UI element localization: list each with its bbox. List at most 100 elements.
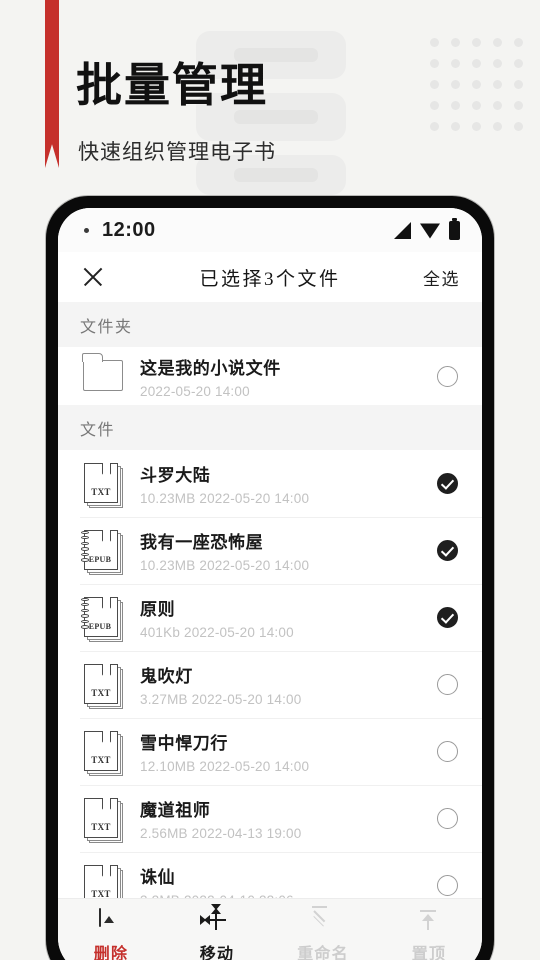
status-icons [394, 217, 460, 240]
list-item[interactable]: 这是我的小说文件 2022-05-20 14:00 [58, 347, 482, 405]
list-item-name: 这是我的小说文件 [140, 358, 281, 378]
pin-top-icon [417, 909, 441, 933]
list-item-checkbox[interactable] [437, 674, 458, 695]
decor-dot [514, 122, 523, 131]
list-item-info: 2022-05-20 14:00 [140, 383, 250, 399]
phone-screen: 12:00 已选择3个文件 全选 文件夹 这是我的小说文件 2022-05-20… [58, 208, 482, 960]
close-icon[interactable] [80, 264, 106, 290]
list-item-checkbox[interactable] [437, 808, 458, 829]
decor-dot [451, 38, 460, 47]
file-type-label: TXT [91, 821, 111, 832]
list-item-info: 10.23MB 2022-05-20 14:00 [140, 491, 310, 506]
list-item[interactable]: EPUB 原则 401Kb 2022-05-20 14:00 [58, 584, 482, 651]
decor-dot [430, 59, 439, 68]
list-item-checkbox[interactable] [437, 875, 458, 896]
signal-icon [394, 221, 411, 239]
page-root: 批量管理 快速组织管理电子书 12:00 已选择3个文件 全选 文件夹 这是我的… [0, 0, 540, 960]
delete-button[interactable]: 删除 [58, 908, 164, 960]
phone-mockup: 12:00 已选择3个文件 全选 文件夹 这是我的小说文件 2022-05-20… [46, 196, 494, 960]
list-item[interactable]: TXT 斗罗大陆 10.23MB 2022-05-20 14:00 [58, 450, 482, 517]
list-item[interactable]: TXT 雪中悍刀行 12.10MB 2022-05-20 14:00 [58, 718, 482, 785]
move-label: 移动 [199, 946, 235, 960]
battery-icon [449, 217, 460, 240]
section-header-folders: 文件夹 [58, 302, 482, 347]
select-all-button[interactable]: 全选 [423, 265, 460, 290]
decor-dot [430, 38, 439, 47]
decor-dot-grid [430, 38, 523, 131]
list-item[interactable]: TXT 魔道祖师 2.56MB 2022-04-13 19:00 [58, 785, 482, 852]
decor-dot [493, 38, 502, 47]
decor-dot [451, 59, 460, 68]
rename-label: 重命名 [297, 946, 349, 960]
list-item-name: 诛仙 [140, 868, 176, 887]
decor-dot [430, 80, 439, 89]
decor-dot [451, 80, 460, 89]
decor-dot [514, 59, 523, 68]
list-item-checkbox[interactable] [437, 473, 458, 494]
move-icon [200, 904, 229, 933]
delete-label: 删除 [93, 946, 129, 960]
list-item-meta: 诛仙 3.2MB 2022-04-10 22:06 [140, 863, 429, 898]
list-item-info: 3.27MB 2022-05-20 14:00 [140, 692, 302, 707]
ribbon-accent [45, 0, 59, 168]
list-item-name: 斗罗大陆 [140, 466, 211, 485]
list-item-meta: 这是我的小说文件 2022-05-20 14:00 [140, 354, 429, 399]
decor-dot [451, 122, 460, 131]
list-item-checkbox[interactable] [437, 540, 458, 561]
decor-dot [472, 80, 481, 89]
page-subtitle: 快速组织管理电子书 [78, 141, 276, 164]
wifi-icon [420, 223, 440, 239]
list-item-meta: 魔道祖师 2.56MB 2022-04-13 19:00 [140, 796, 429, 841]
pin-top-label: 置顶 [411, 946, 447, 960]
decor-card-bar [234, 168, 318, 182]
list-item[interactable]: TXT 诛仙 3.2MB 2022-04-10 22:06 [58, 852, 482, 898]
list-item-info: 3.2MB 2022-04-10 22:06 [140, 893, 429, 898]
list-item-checkbox[interactable] [437, 607, 458, 628]
list-item[interactable]: TXT 鬼吹灯 3.27MB 2022-05-20 14:00 [58, 651, 482, 718]
decor-dot [514, 38, 523, 47]
decor-dot [514, 101, 523, 110]
list-item[interactable]: EPUB 我有一座恐怖屋 10.23MB 2022-05-20 14:00 [58, 517, 482, 584]
spiral-binding-icon [81, 597, 90, 636]
pin-top-button[interactable]: 置顶 [376, 909, 482, 960]
rename-button[interactable]: 重命名 [270, 909, 376, 960]
list-item-meta: 我有一座恐怖屋 10.23MB 2022-05-20 14:00 [140, 528, 429, 573]
decor-dot [472, 59, 481, 68]
book-txt-icon: TXT [80, 661, 126, 709]
file-type-label: TXT [91, 486, 111, 497]
list-item-info: 12.10MB 2022-05-20 14:00 [140, 759, 310, 774]
file-type-label: TXT [91, 687, 111, 698]
list-item-checkbox[interactable] [437, 741, 458, 762]
list-item-meta: 鬼吹灯 3.27MB 2022-05-20 14:00 [140, 662, 429, 707]
book-txt-icon: TXT [80, 795, 126, 843]
book-epub-icon: EPUB [80, 527, 126, 575]
list-item-meta: 雪中悍刀行 12.10MB 2022-05-20 14:00 [140, 729, 429, 774]
trash-icon [99, 908, 123, 933]
list-item-name: 鬼吹灯 [140, 667, 193, 686]
file-list[interactable]: 文件夹 这是我的小说文件 2022-05-20 14:00 文件 TXT 斗罗大… [58, 302, 482, 898]
app-bar: 已选择3个文件 全选 [58, 252, 482, 302]
list-item-info: 401Kb 2022-05-20 14:00 [140, 625, 294, 640]
decor-dot [493, 122, 502, 131]
decor-dot [493, 80, 502, 89]
decor-dot [472, 38, 481, 47]
decor-dot [451, 101, 460, 110]
list-item-checkbox[interactable] [437, 365, 458, 387]
page-title: 批量管理 [76, 60, 268, 111]
decor-dot [472, 122, 481, 131]
selection-title: 已选择3个文件 [199, 268, 341, 290]
status-bar: 12:00 [58, 208, 482, 252]
list-item-name: 我有一座恐怖屋 [140, 533, 264, 552]
decor-card-bar [234, 110, 318, 124]
book-epub-icon: EPUB [80, 594, 126, 642]
pencil-icon [311, 909, 335, 933]
decor-dot [430, 101, 439, 110]
decor-dot [493, 59, 502, 68]
file-type-label: TXT [91, 888, 111, 899]
status-time: 12:00 [102, 218, 156, 241]
decor-dot [514, 80, 523, 89]
decor-dot [472, 101, 481, 110]
move-button[interactable]: 移动 [164, 904, 270, 960]
book-txt-icon: TXT [80, 728, 126, 776]
folder-icon [80, 352, 126, 400]
